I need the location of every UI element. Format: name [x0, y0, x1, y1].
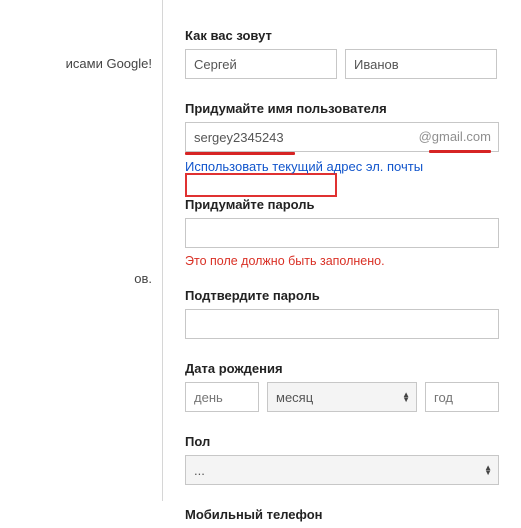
birth-year-input[interactable]	[425, 382, 499, 412]
username-input[interactable]	[185, 122, 499, 152]
username-label: Придумайте имя пользователя	[185, 101, 507, 116]
birth-month-value: месяц	[276, 390, 313, 405]
name-label: Как вас зовут	[185, 28, 507, 43]
password-label: Придумайте пароль	[185, 197, 507, 212]
annotation-underline-right	[429, 150, 491, 153]
birth-month-select[interactable]: месяц ▲▼	[267, 382, 417, 412]
dropdown-spinner-icon: ▲▼	[484, 465, 492, 475]
password-input[interactable]	[185, 218, 499, 248]
phone-label: Мобильный телефон	[185, 507, 507, 522]
left-text-1: исами Google!	[0, 56, 152, 71]
signup-form: Как вас зовут Придумайте имя пользовател…	[163, 0, 521, 528]
gender-label: Пол	[185, 434, 507, 449]
confirm-password-input[interactable]	[185, 309, 499, 339]
use-current-email-link[interactable]: Использовать текущий адрес эл. почты	[185, 159, 423, 174]
left-column: исами Google! ов.	[0, 0, 162, 501]
first-name-input[interactable]	[185, 49, 337, 79]
annotation-underline-left	[185, 152, 295, 155]
birth-label: Дата рождения	[185, 361, 507, 376]
left-text-2: ов.	[0, 271, 152, 286]
confirm-password-label: Подтвердите пароль	[185, 288, 507, 303]
dropdown-spinner-icon: ▲▼	[402, 392, 410, 402]
gender-value: ...	[194, 463, 205, 478]
annotation-red-box	[185, 173, 337, 197]
gender-select[interactable]: ... ▲▼	[185, 455, 499, 485]
birth-day-input[interactable]	[185, 382, 259, 412]
last-name-input[interactable]	[345, 49, 497, 79]
password-error: Это поле должно быть заполнено.	[185, 254, 507, 268]
